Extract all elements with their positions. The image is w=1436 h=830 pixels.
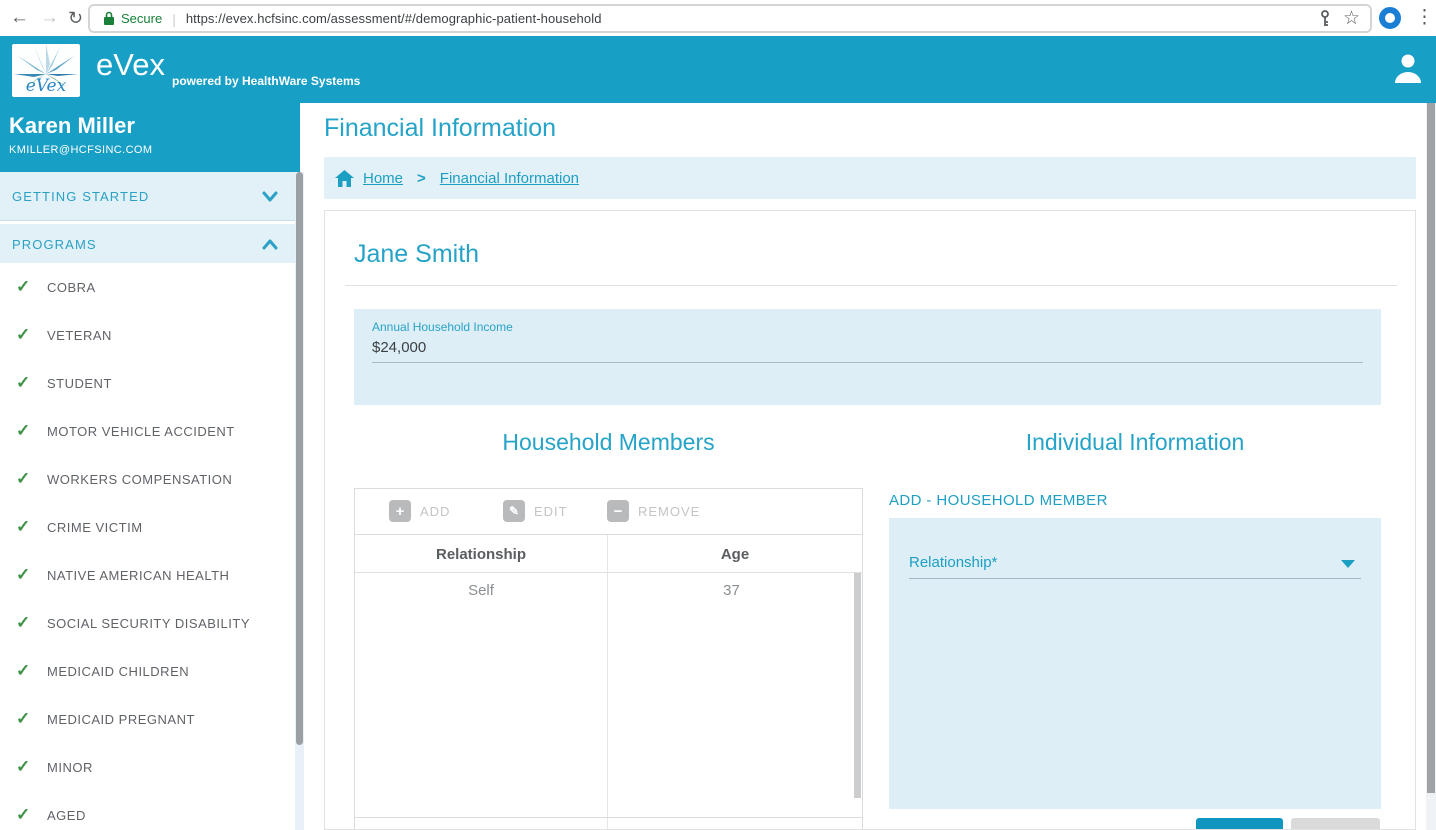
check-icon: ✓ [16,421,31,440]
patient-name: Jane Smith [354,240,480,268]
check-icon: ✓ [16,805,31,824]
chevron-down-icon [262,191,278,201]
page-scrollbar-thumb[interactable] [1427,103,1435,793]
home-icon[interactable] [335,169,354,187]
back-icon[interactable]: ← [10,5,29,31]
sidebar-item-crime-victim[interactable]: ✓ CRIME VICTIM [0,503,296,551]
add-household-member-subtitle: ADD - HOUSEHOLD MEMBER [889,492,1108,509]
pencil-icon: ✎ [503,500,525,522]
sidebar-item-social-security-disability[interactable]: ✓ SOCIAL SECURITY DISABILITY [0,599,296,647]
secure-lock-icon [104,11,114,25]
cell-relationship: Self [468,581,494,599]
breadcrumb-home-link[interactable]: Home [363,170,403,187]
sidebar-item-workers-compensation[interactable]: ✓ WORKERS COMPENSATION [0,455,296,503]
user-email: KMILLER@HCFSINC.COM [9,144,153,156]
sidebar-section-getting-started[interactable]: GETTING STARTED [0,172,296,221]
browser-menu-icon[interactable]: ⋮ [1415,6,1434,29]
breadcrumb-current-link[interactable]: Financial Information [440,170,579,187]
url-text[interactable]: https://evex.hcfsinc.com/assessment/#/de… [186,11,602,26]
page-scrollbar[interactable] [1426,103,1436,830]
divider [345,285,1397,286]
app-header: eVex eVex powered by HealthWare Systems [0,36,1436,103]
add-member-button[interactable]: + ADD [389,500,450,522]
minus-icon: − [607,500,629,522]
refresh-icon[interactable]: ↻ [68,5,83,31]
table-footer-border [355,817,862,818]
household-members-heading: Household Members [502,429,715,455]
page-title: Financial Information [324,114,557,142]
evex-logo: eVex [12,44,80,97]
content-card: Jane Smith Annual Household Income $24,0… [324,210,1416,830]
evex-logo-starburst: eVex [14,44,78,96]
user-name: Karen Miller [9,113,135,138]
section-label: GETTING STARTED [12,188,150,204]
check-icon: ✓ [16,757,31,776]
sidebar-scrollbar-thumb[interactable] [296,172,303,745]
table-scrollbar[interactable] [854,573,861,829]
column-header-relationship[interactable]: Relationship [355,535,607,573]
breadcrumb-separator: > [417,169,426,187]
relationship-select-label[interactable]: Relationship* [909,554,997,571]
check-icon: ✓ [16,709,31,728]
sidebar-item-medicaid-children[interactable]: ✓ MEDICAID CHILDREN [0,647,296,695]
check-icon: ✓ [16,373,31,392]
household-members-table: + ADD ✎ EDIT − REMOVE Relationship Age S… [354,488,863,829]
select-underline [909,578,1361,579]
sidebar-item-native-american-health[interactable]: ✓ NATIVE AMERICAN HEALTH [0,551,296,599]
sidebar-item-cobra[interactable]: ✓ COBRA [0,263,296,311]
annual-income-input[interactable]: $24,000 [372,339,426,356]
secondary-action-button[interactable] [1291,818,1380,829]
breadcrumb: Home > Financial Information [324,157,1416,199]
sidebar-section-programs[interactable]: PROGRAMS [0,224,296,265]
primary-action-button[interactable] [1196,818,1283,829]
svg-text:eVex: eVex [26,76,67,96]
check-icon: ✓ [16,469,31,488]
sidebar-item-aged[interactable]: ✓ AGED [0,791,296,830]
section-label: PROGRAMS [12,237,97,252]
sidebar: Karen Miller KMILLER@HCFSINC.COM GETTING… [0,103,304,830]
address-bar[interactable]: Secure | https://evex.hcfsinc.com/assess… [88,4,1372,33]
forward-icon[interactable]: → [40,5,59,31]
extension-icon[interactable] [1379,7,1401,29]
sidebar-scrollbar[interactable] [295,172,304,830]
input-underline [372,362,1363,363]
app-name: eVex [96,47,165,82]
cell-age: 37 [723,581,740,599]
check-icon: ✓ [16,661,31,680]
sidebar-item-motor-vehicle-accident[interactable]: ✓ MOTOR VEHICLE ACCIDENT [0,407,296,455]
table-toolbar: + ADD ✎ EDIT − REMOVE [355,489,862,535]
sidebar-item-minor[interactable]: ✓ MINOR [0,743,296,791]
sidebar-item-student[interactable]: ✓ STUDENT [0,359,296,407]
url-divider: | [172,10,176,27]
secure-label: Secure [121,11,163,26]
check-icon: ✓ [16,517,31,536]
check-icon: ✓ [16,277,31,296]
password-key-icon[interactable] [1319,9,1331,28]
sidebar-item-medicaid-pregnant[interactable]: ✓ MEDICAID PREGNANT [0,695,296,743]
remove-member-button[interactable]: − REMOVE [607,500,700,522]
chevron-up-icon [262,239,278,250]
edit-member-button[interactable]: ✎ EDIT [503,500,568,522]
table-header-row: Relationship Age [355,535,862,573]
user-profile-icon[interactable] [1393,52,1423,84]
income-panel: Annual Household Income $24,000 [354,309,1381,405]
plus-icon: + [389,500,411,522]
sidebar-item-veteran[interactable]: ✓ VETERAN [0,311,296,359]
individual-information-panel: Relationship* [889,518,1381,809]
check-icon: ✓ [16,325,31,344]
powered-by-text: powered by HealthWare Systems [172,74,361,88]
bookmark-star-icon[interactable]: ☆ [1343,7,1360,30]
check-icon: ✓ [16,613,31,632]
check-icon: ✓ [16,565,31,584]
individual-information-heading: Individual Information [1025,429,1245,455]
screen: ← → ↻ Secure | https://evex.hcfsinc.com/… [0,0,1436,830]
income-field-label: Annual Household Income [372,320,513,334]
browser-toolbar: ← → ↻ Secure | https://evex.hcfsinc.com/… [0,0,1436,36]
dropdown-caret-icon[interactable] [1341,560,1355,568]
sidebar-user-block: Karen Miller KMILLER@HCFSINC.COM [0,103,300,172]
column-header-age[interactable]: Age [608,535,862,573]
table-scrollbar-thumb[interactable] [854,573,861,798]
